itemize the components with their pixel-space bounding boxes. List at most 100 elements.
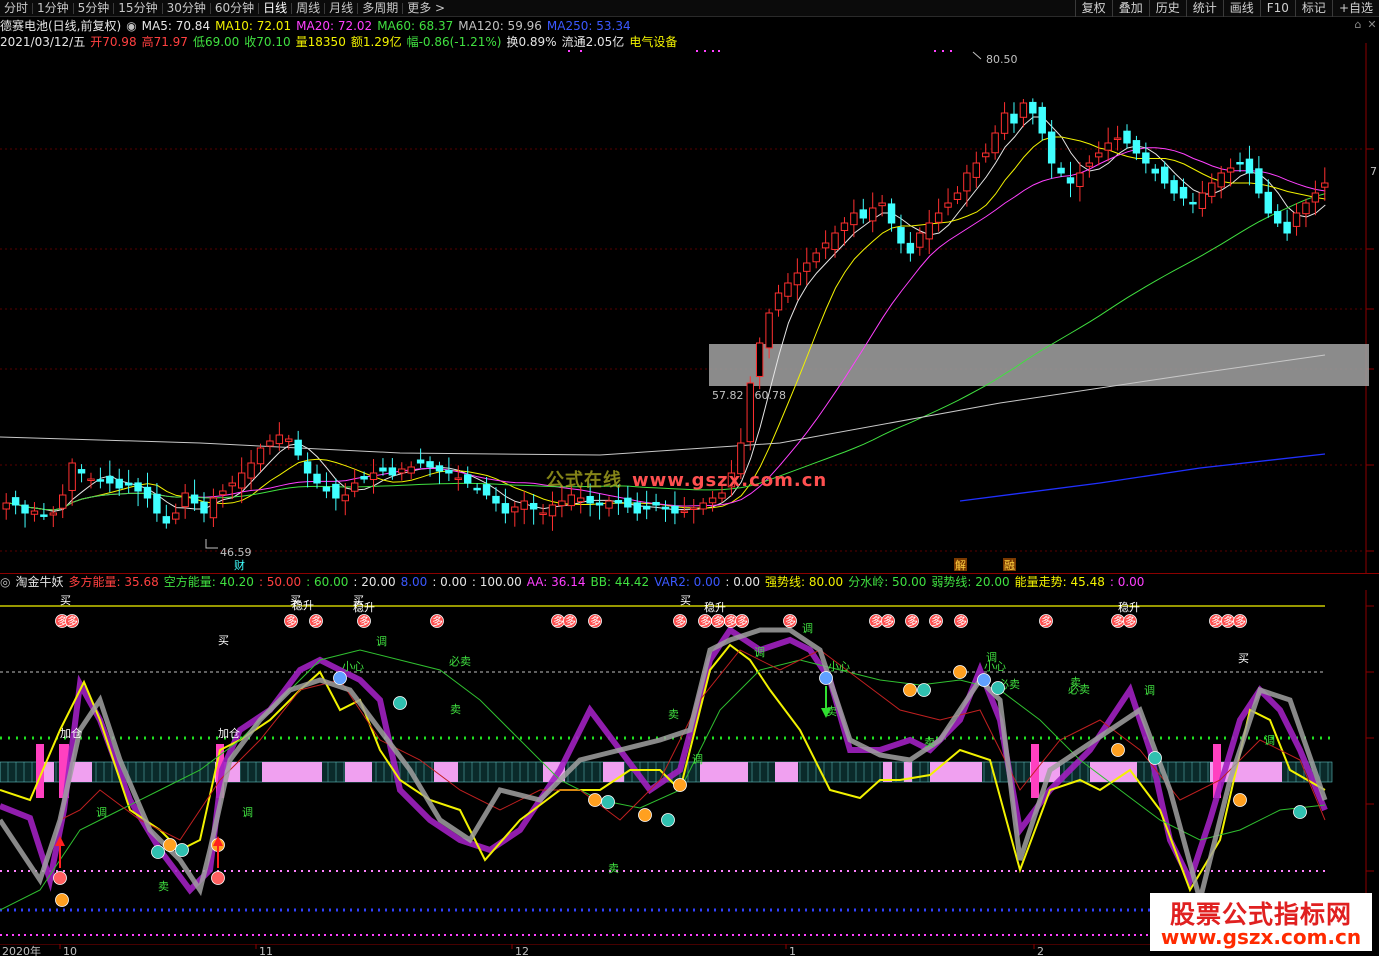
- tune-label: 调: [692, 753, 703, 766]
- candle-body: [473, 487, 481, 491]
- tool-button-2[interactable]: 历史: [1148, 0, 1186, 17]
- indicator-param-5: 8.00: [400, 575, 428, 589]
- candle-body: [774, 292, 783, 311]
- stock-title: 德赛电池(日线,前复权): [0, 19, 122, 33]
- duo-label: 多: [1113, 614, 1124, 628]
- timeframe-tab-10[interactable]: 更多 >: [403, 0, 449, 17]
- candle-body: [963, 172, 971, 192]
- tune-label: 调: [376, 635, 387, 648]
- candle-body: [529, 502, 538, 510]
- tool-button-6[interactable]: 标记: [1294, 0, 1332, 17]
- duo-label: 多: [1125, 614, 1136, 628]
- settings-icon[interactable]: ⌂: [1351, 18, 1365, 32]
- candle-body: [1142, 152, 1150, 164]
- buy-label: 买: [60, 594, 71, 607]
- candle-body: [1057, 167, 1065, 174]
- candle-body: [40, 514, 48, 517]
- buy-label: 买: [1238, 652, 1249, 665]
- duo-label: 多: [286, 614, 297, 628]
- candle-body: [106, 475, 114, 484]
- timeframe-tab-0[interactable]: 分时: [0, 0, 32, 17]
- candle-body: [1245, 158, 1254, 174]
- duo-label: 多: [737, 614, 748, 628]
- down-signal: [175, 843, 189, 857]
- ma-info-line: 德赛电池(日线,前复权) ◉ MA5: 70.84 MA10: 72.01 MA20…: [0, 18, 641, 34]
- indicator-toggle-icon[interactable]: ◎: [0, 574, 10, 590]
- ribbon-segment: [603, 762, 624, 782]
- duo-label: 多: [432, 614, 443, 628]
- candle-body: [595, 502, 604, 506]
- timeframe-tab-9[interactable]: 多周期: [358, 0, 402, 17]
- down-signal: [393, 696, 407, 710]
- candle-body: [219, 490, 227, 496]
- timeframe-tab-7[interactable]: 周线: [292, 0, 324, 17]
- up-signal: [673, 778, 687, 792]
- timeframe-tab-1[interactable]: 1分钟: [33, 0, 73, 17]
- timeframe-tab-5[interactable]: 60分钟: [211, 0, 258, 17]
- ribbon-segment: [345, 762, 372, 782]
- tool-button-5[interactable]: F10: [1259, 0, 1295, 17]
- tool-button-3[interactable]: 统计: [1185, 0, 1223, 17]
- buy-label: 买: [218, 634, 229, 647]
- candle-body: [868, 207, 877, 222]
- candle-body: [718, 492, 726, 499]
- candle-body: [162, 516, 171, 524]
- candle-body: [680, 510, 689, 513]
- tune-label: 调: [1144, 684, 1155, 697]
- candle-body: [332, 483, 340, 499]
- steady-label: 稳升: [1118, 600, 1140, 614]
- indicator-param-12: 强势线: 80.00: [764, 575, 844, 589]
- indicator-param-15: 能量走势: 45.48: [1014, 575, 1105, 589]
- date-label-nov: 11: [259, 945, 273, 956]
- candle-body: [1104, 142, 1112, 151]
- add-label: 加仓: [60, 726, 82, 740]
- timeframe-tab-6[interactable]: 日线: [259, 0, 291, 17]
- ma-line-20: [6, 147, 1326, 511]
- candle-body: [1038, 106, 1046, 134]
- timeframe-tab-8[interactable]: 月线: [325, 0, 357, 17]
- indicator-name[interactable]: 淘金牛妖: [15, 574, 63, 590]
- candle-body: [982, 152, 990, 158]
- up-signal: [1233, 793, 1247, 807]
- candle-body: [878, 202, 886, 207]
- duo-label: 多: [359, 614, 370, 628]
- tool-button-7[interactable]: +自选: [1331, 0, 1379, 17]
- duo-label: 多: [883, 614, 894, 628]
- indicator-param-2: : 50.00: [258, 575, 302, 589]
- collapse-icon[interactable]: ◉: [126, 18, 136, 34]
- high-pointer: [972, 51, 982, 60]
- candle-body: [1198, 192, 1207, 209]
- candle-body: [341, 494, 349, 502]
- duo-label: 多: [675, 614, 686, 628]
- period-toolbar: 分时 1分钟 5分钟 15分钟 30分钟 60分钟 日线 周线 月线 多周期 更多 > 复权 叠加 历史…: [0, 0, 1379, 17]
- timeframe-tab-3[interactable]: 15分钟: [114, 0, 161, 17]
- candle-body: [388, 467, 397, 476]
- timeframe-tab-2[interactable]: 5分钟: [74, 0, 114, 17]
- timeframe-tab-4[interactable]: 30分钟: [163, 0, 210, 17]
- tool-button-4[interactable]: 画线: [1222, 0, 1260, 17]
- candle-body: [416, 459, 425, 464]
- candle-body: [369, 472, 378, 481]
- candle-body: [464, 474, 472, 484]
- candle-body: [1311, 192, 1320, 203]
- indicator-param-6: : 0.00: [432, 575, 467, 589]
- candle-body: [605, 500, 613, 509]
- candlestick-chart[interactable]: 7 57.82 - 60.78 80.50 46.59 财 解 融: [0, 43, 1379, 573]
- close-icon[interactable]: ✕: [1365, 18, 1379, 32]
- candle-body: [916, 232, 924, 248]
- candle-body: [1292, 212, 1301, 227]
- candle-body: [482, 484, 491, 496]
- candle-body: [906, 242, 915, 254]
- candle-body: [124, 482, 133, 486]
- tool-button-0[interactable]: 复权: [1074, 0, 1112, 17]
- indicator-param-10: VAR2: 0.00: [654, 575, 721, 589]
- candle-body: [1010, 113, 1018, 124]
- candle-body: [1047, 131, 1056, 164]
- tool-button-1[interactable]: 叠加: [1111, 0, 1149, 17]
- trading-app-window: 分时 1分钟 5分钟 15分钟 30分钟 60分钟 日线 周线 月线 多周期 更多 > 复权 叠加 历史…: [0, 0, 1379, 956]
- ma-value-3: MA60: 68.37: [377, 19, 454, 33]
- candle-body: [642, 505, 651, 510]
- candle-body: [953, 192, 962, 200]
- up-signal: [903, 683, 917, 697]
- candle-body: [1283, 221, 1291, 234]
